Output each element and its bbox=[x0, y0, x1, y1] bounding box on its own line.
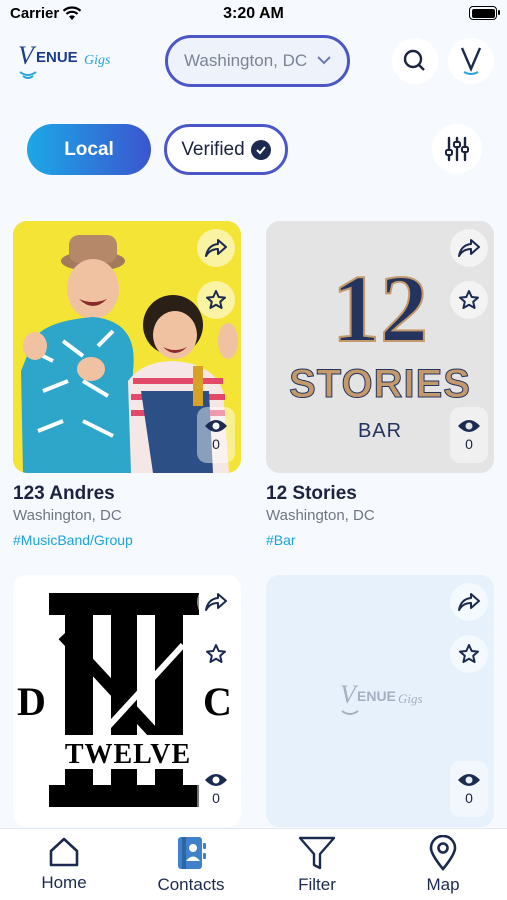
location-dropdown[interactable]: Washington, DC bbox=[165, 35, 350, 87]
eye-icon bbox=[205, 420, 227, 432]
nav-filter[interactable]: Filter bbox=[262, 835, 372, 895]
card-tag[interactable]: #MusicBand/Group bbox=[13, 532, 133, 548]
verified-filter-button[interactable]: Verified bbox=[164, 124, 288, 175]
status-bar: Carrier 3:20 AM bbox=[0, 0, 507, 28]
logo-sub: BAR bbox=[358, 420, 402, 442]
sliders-icon bbox=[445, 136, 469, 162]
views-counter: 0 bbox=[450, 761, 488, 817]
card-image[interactable]: 12 STORIES BAR 0 bbox=[266, 221, 494, 473]
views-count: 0 bbox=[465, 790, 473, 806]
svg-text:V: V bbox=[18, 41, 37, 70]
logo-word: STORIES bbox=[289, 362, 471, 406]
search-button[interactable] bbox=[392, 38, 438, 84]
venue-v-icon bbox=[460, 47, 482, 75]
card-location: Washington, DC bbox=[13, 507, 122, 524]
views-count: 0 bbox=[465, 436, 473, 452]
venue-card[interactable]: D C TWELVE 0 bbox=[13, 575, 241, 827]
nav-map-label: Map bbox=[426, 875, 460, 894]
filter-settings-button[interactable] bbox=[432, 124, 482, 174]
favorite-button[interactable] bbox=[197, 635, 235, 673]
logo-left-letter: D bbox=[17, 679, 46, 724]
share-icon bbox=[205, 239, 227, 257]
map-pin-icon bbox=[429, 835, 457, 871]
eye-icon bbox=[205, 774, 227, 786]
logo-right-letter: C bbox=[203, 679, 232, 724]
venue-card[interactable]: 0 123 Andres Washington, DC #MusicBand/G… bbox=[13, 221, 241, 551]
venue-card[interactable]: 12 STORIES BAR 0 12 Stories Washington, … bbox=[266, 221, 494, 551]
local-filter-button[interactable]: Local bbox=[27, 124, 151, 175]
card-title[interactable]: 12 Stories bbox=[266, 483, 357, 505]
favorite-button[interactable] bbox=[450, 281, 488, 319]
venue-card[interactable]: V ENUE Gigs 0 bbox=[266, 575, 494, 827]
nav-home-label: Home bbox=[41, 873, 87, 892]
card-title[interactable]: 123 Andres bbox=[13, 483, 115, 505]
favorite-button[interactable] bbox=[197, 281, 235, 319]
contacts-icon bbox=[178, 837, 206, 869]
card-tag[interactable]: #Bar bbox=[266, 532, 296, 548]
share-button[interactable] bbox=[450, 229, 488, 267]
nav-contacts[interactable]: Contacts bbox=[136, 835, 246, 895]
views-counter: 0 bbox=[197, 761, 235, 817]
chevron-down-icon bbox=[317, 56, 331, 65]
logo-word: TWELVE bbox=[65, 739, 191, 770]
home-icon bbox=[49, 837, 79, 867]
verified-filter-label: Verified bbox=[181, 138, 245, 160]
nav-filter-label: Filter bbox=[298, 875, 336, 894]
views-counter: 0 bbox=[197, 407, 235, 463]
eye-icon bbox=[458, 774, 480, 786]
views-counter: 0 bbox=[450, 407, 488, 463]
share-button[interactable] bbox=[450, 583, 488, 621]
card-location: Washington, DC bbox=[266, 507, 375, 524]
profile-button[interactable] bbox=[448, 38, 494, 84]
card-image[interactable]: D C TWELVE 0 bbox=[13, 575, 241, 827]
share-button[interactable] bbox=[197, 583, 235, 621]
bottom-nav: Home Contacts Filter Map bbox=[0, 828, 507, 900]
share-button[interactable] bbox=[197, 229, 235, 267]
svg-text:ENUE: ENUE bbox=[36, 49, 78, 66]
battery-icon bbox=[469, 6, 500, 20]
venuegigs-logo-icon: V ENUE Gigs bbox=[18, 41, 111, 79]
star-icon bbox=[459, 290, 479, 309]
location-value: Washington, DC bbox=[184, 51, 308, 70]
star-icon bbox=[459, 644, 479, 663]
search-icon bbox=[403, 49, 425, 71]
app-logo[interactable]: V ENUE Gigs bbox=[16, 38, 126, 88]
svg-text:ENUE: ENUE bbox=[357, 688, 396, 704]
favorite-button[interactable] bbox=[450, 635, 488, 673]
svg-text:Gigs: Gigs bbox=[398, 691, 423, 706]
logo-number: 12 bbox=[332, 255, 428, 362]
star-icon bbox=[206, 290, 226, 309]
clock: 3:20 AM bbox=[223, 5, 284, 22]
nav-contacts-label: Contacts bbox=[157, 875, 225, 894]
card-image[interactable]: 0 bbox=[13, 221, 241, 473]
eye-icon bbox=[458, 420, 480, 432]
share-icon bbox=[458, 239, 480, 257]
share-icon bbox=[458, 593, 480, 611]
card-image[interactable]: V ENUE Gigs 0 bbox=[266, 575, 494, 827]
share-icon bbox=[205, 593, 227, 611]
views-count: 0 bbox=[212, 436, 220, 452]
filter-icon bbox=[298, 836, 336, 870]
check-icon bbox=[250, 139, 271, 160]
svg-text:Gigs: Gigs bbox=[84, 53, 111, 68]
star-icon bbox=[206, 644, 226, 663]
views-count: 0 bbox=[212, 790, 220, 806]
nav-map[interactable]: Map bbox=[388, 835, 498, 895]
local-filter-label: Local bbox=[64, 138, 114, 160]
nav-home[interactable]: Home bbox=[9, 835, 119, 893]
